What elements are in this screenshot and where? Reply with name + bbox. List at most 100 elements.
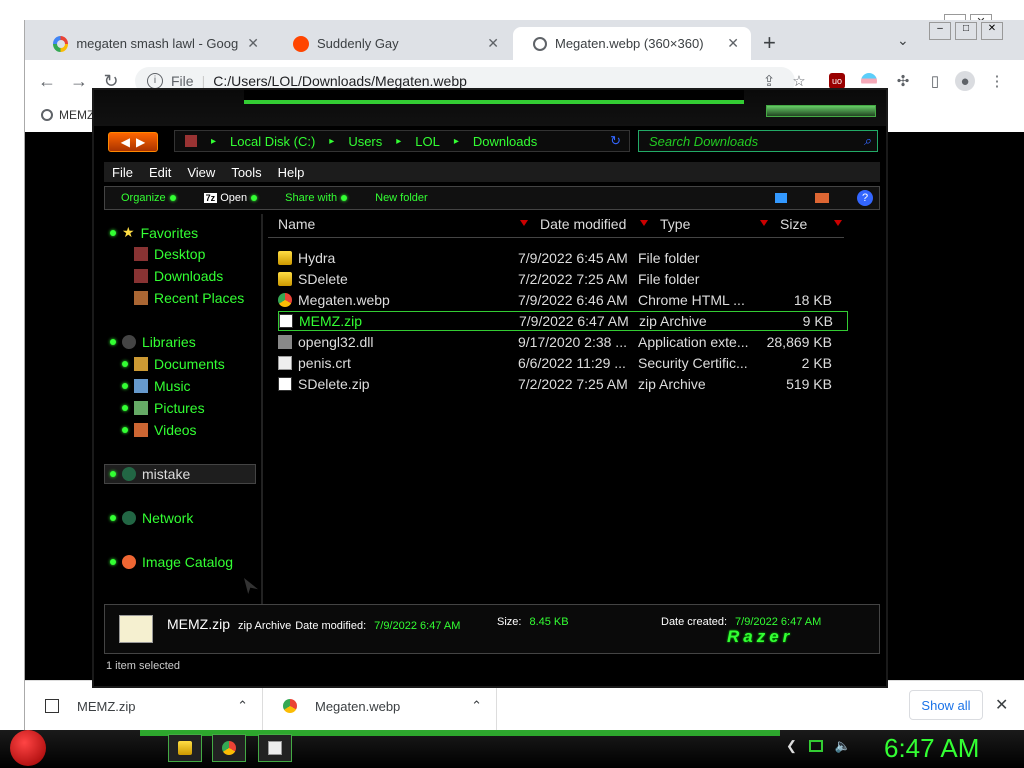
tab-search-chevron-icon[interactable]: ⌄ [897,32,909,49]
bookmark-memz[interactable]: MEMZ [59,108,94,122]
forward-icon[interactable]: → [65,67,93,95]
menu-file[interactable]: File [112,165,133,180]
chevron-up-icon[interactable]: ⌃ [237,698,248,714]
nav-music[interactable]: Music [118,378,191,394]
menu-bar: File Edit View Tools Help [104,162,880,182]
back-arrow-icon[interactable]: ◀ [121,135,130,149]
nav-network[interactable]: Network [106,510,193,526]
back-forward-buttons[interactable]: ◀ ▶ [108,132,158,152]
zip-icon [45,699,59,713]
nav-videos[interactable]: Videos [118,422,197,438]
forward-arrow-icon[interactable]: ▶ [136,135,145,149]
file-row[interactable]: opengl32.dll 9/17/2020 2:38 ... Applicat… [278,332,848,352]
breadcrumb-item[interactable]: Local Disk (C:) [230,134,315,149]
file-row[interactable]: Hydra 7/9/2022 6:45 AM File folder [278,248,848,268]
chrome-icon [283,699,297,713]
file-row[interactable]: SDelete 7/2/2022 7:25 AM File folder [278,269,848,289]
menu-help[interactable]: Help [278,165,305,180]
new-folder-button[interactable]: New folder [375,192,428,204]
show-all-button[interactable]: Show all [909,690,983,720]
nav-desktop[interactable]: Desktop [134,246,205,262]
file-name: Hydra [298,250,336,266]
back-icon[interactable]: ← [33,67,61,95]
extension-flag-icon[interactable] [861,73,877,89]
file-date: 7/2/2022 7:25 AM [518,271,628,287]
column-date-modified[interactable]: Date modified [530,216,650,238]
menu-view[interactable]: View [187,165,215,180]
sort-arrow-icon[interactable] [640,220,648,226]
taskbar-chrome-button[interactable] [212,734,246,762]
help-icon[interactable]: ? [857,190,873,206]
search-icon[interactable]: ⌕ [864,133,871,149]
image-catalog-icon [122,555,136,569]
close-shelf-icon[interactable]: ✕ [995,695,1008,715]
extensions-puzzle-icon[interactable]: ✣ [893,71,913,91]
breadcrumb-item[interactable]: Users [348,134,382,149]
side-panel-icon[interactable]: ▯ [925,71,945,91]
nav-recent-places[interactable]: Recent Places [134,290,244,306]
breadcrumb-item[interactable]: LOL [415,134,440,149]
refresh-icon[interactable]: ↻ [610,133,621,149]
download-item-memz[interactable]: MEMZ.zip ⌃ [25,681,263,731]
breadcrumb-item[interactable]: Downloads [473,134,537,149]
tray-arrow-icon[interactable]: ❮ [786,738,797,754]
open-button[interactable]: 7z Open [203,192,258,204]
file-size: 2 KB [801,355,832,371]
file-date: 7/9/2022 6:46 AM [518,292,628,308]
start-orb-icon[interactable] [10,730,46,766]
maximize-icon[interactable]: □ [955,22,977,40]
info-icon[interactable]: i [147,73,163,89]
nav-libraries[interactable]: Libraries [106,334,196,350]
taskbar-explorer-button[interactable] [168,734,202,762]
search-input[interactable]: Search Downloads ⌕ [638,130,878,152]
tab-megaten-image[interactable]: Megaten.webp (360×360) ✕ [513,27,751,60]
column-name[interactable]: Name [268,216,530,238]
battery-icon[interactable] [808,740,823,752]
nav-mistake[interactable]: mistake [106,466,190,482]
column-type[interactable]: Type [650,216,770,238]
breadcrumb[interactable]: ▸ Local Disk (C:) ▸ Users ▸ LOL ▸ Downlo… [174,130,630,152]
menu-tools[interactable]: Tools [231,165,261,180]
share-with-button[interactable]: Share with [285,192,348,204]
titlebar-glow [244,90,744,104]
close-tab-icon[interactable]: ✕ [487,35,499,52]
nav-downloads[interactable]: Downloads [134,268,223,284]
download-item-megaten[interactable]: Megaten.webp ⌃ [263,681,497,731]
tab-google-search[interactable]: megaten smash lawl - Google Se ✕ [33,27,271,60]
razer-logo: Razer [727,627,794,646]
view-options-icon[interactable] [775,193,787,203]
close-icon[interactable]: ✕ [981,22,1003,40]
profile-avatar-icon[interactable]: ● [955,71,975,91]
sort-arrow-icon[interactable] [760,220,768,226]
file-row-selected[interactable]: MEMZ.zip 7/9/2022 6:47 AM zip Archive 9 … [278,311,848,331]
chevron-up-icon[interactable]: ⌃ [471,698,482,714]
sort-arrow-icon[interactable] [834,220,842,226]
column-size[interactable]: Size [770,216,844,238]
explorer-window-buttons[interactable] [766,105,876,117]
details-filename: MEMZ.zip [167,616,230,632]
file-row[interactable]: penis.crt 6/6/2022 11:29 ... Security Ce… [278,353,848,373]
more-menu-icon[interactable]: ⋮ [987,71,1007,91]
nav-favorites[interactable]: ★ Favorites [106,224,198,241]
nav-pictures[interactable]: Pictures [118,400,205,416]
preview-pane-icon[interactable] [815,193,829,203]
taskbar-clock[interactable]: 6:47 AM [884,733,979,764]
nav-image-catalog[interactable]: Image Catalog [106,554,233,570]
sort-arrow-icon[interactable] [520,220,528,226]
menu-edit[interactable]: Edit [149,165,171,180]
minimize-icon[interactable]: – [929,22,951,40]
ublock-icon[interactable]: uo [829,73,845,89]
file-type: Chrome HTML ... [638,292,745,308]
organize-button[interactable]: Organize [121,192,176,204]
tab-reddit[interactable]: Suddenly Gay ✕ [273,27,511,60]
new-tab-button[interactable]: + [763,30,776,56]
7zip-icon: 7z [203,193,218,203]
taskbar-app-button[interactable] [258,734,292,762]
close-tab-icon[interactable]: ✕ [247,35,259,52]
close-tab-icon[interactable]: ✕ [727,35,739,52]
pane-divider[interactable] [261,214,263,604]
file-row[interactable]: SDelete.zip 7/2/2022 7:25 AM zip Archive… [278,374,848,394]
file-row[interactable]: Megaten.webp 7/9/2022 6:46 AM Chrome HTM… [278,290,848,310]
nav-documents[interactable]: Documents [118,356,225,372]
volume-icon[interactable]: 🔈 [835,738,851,754]
